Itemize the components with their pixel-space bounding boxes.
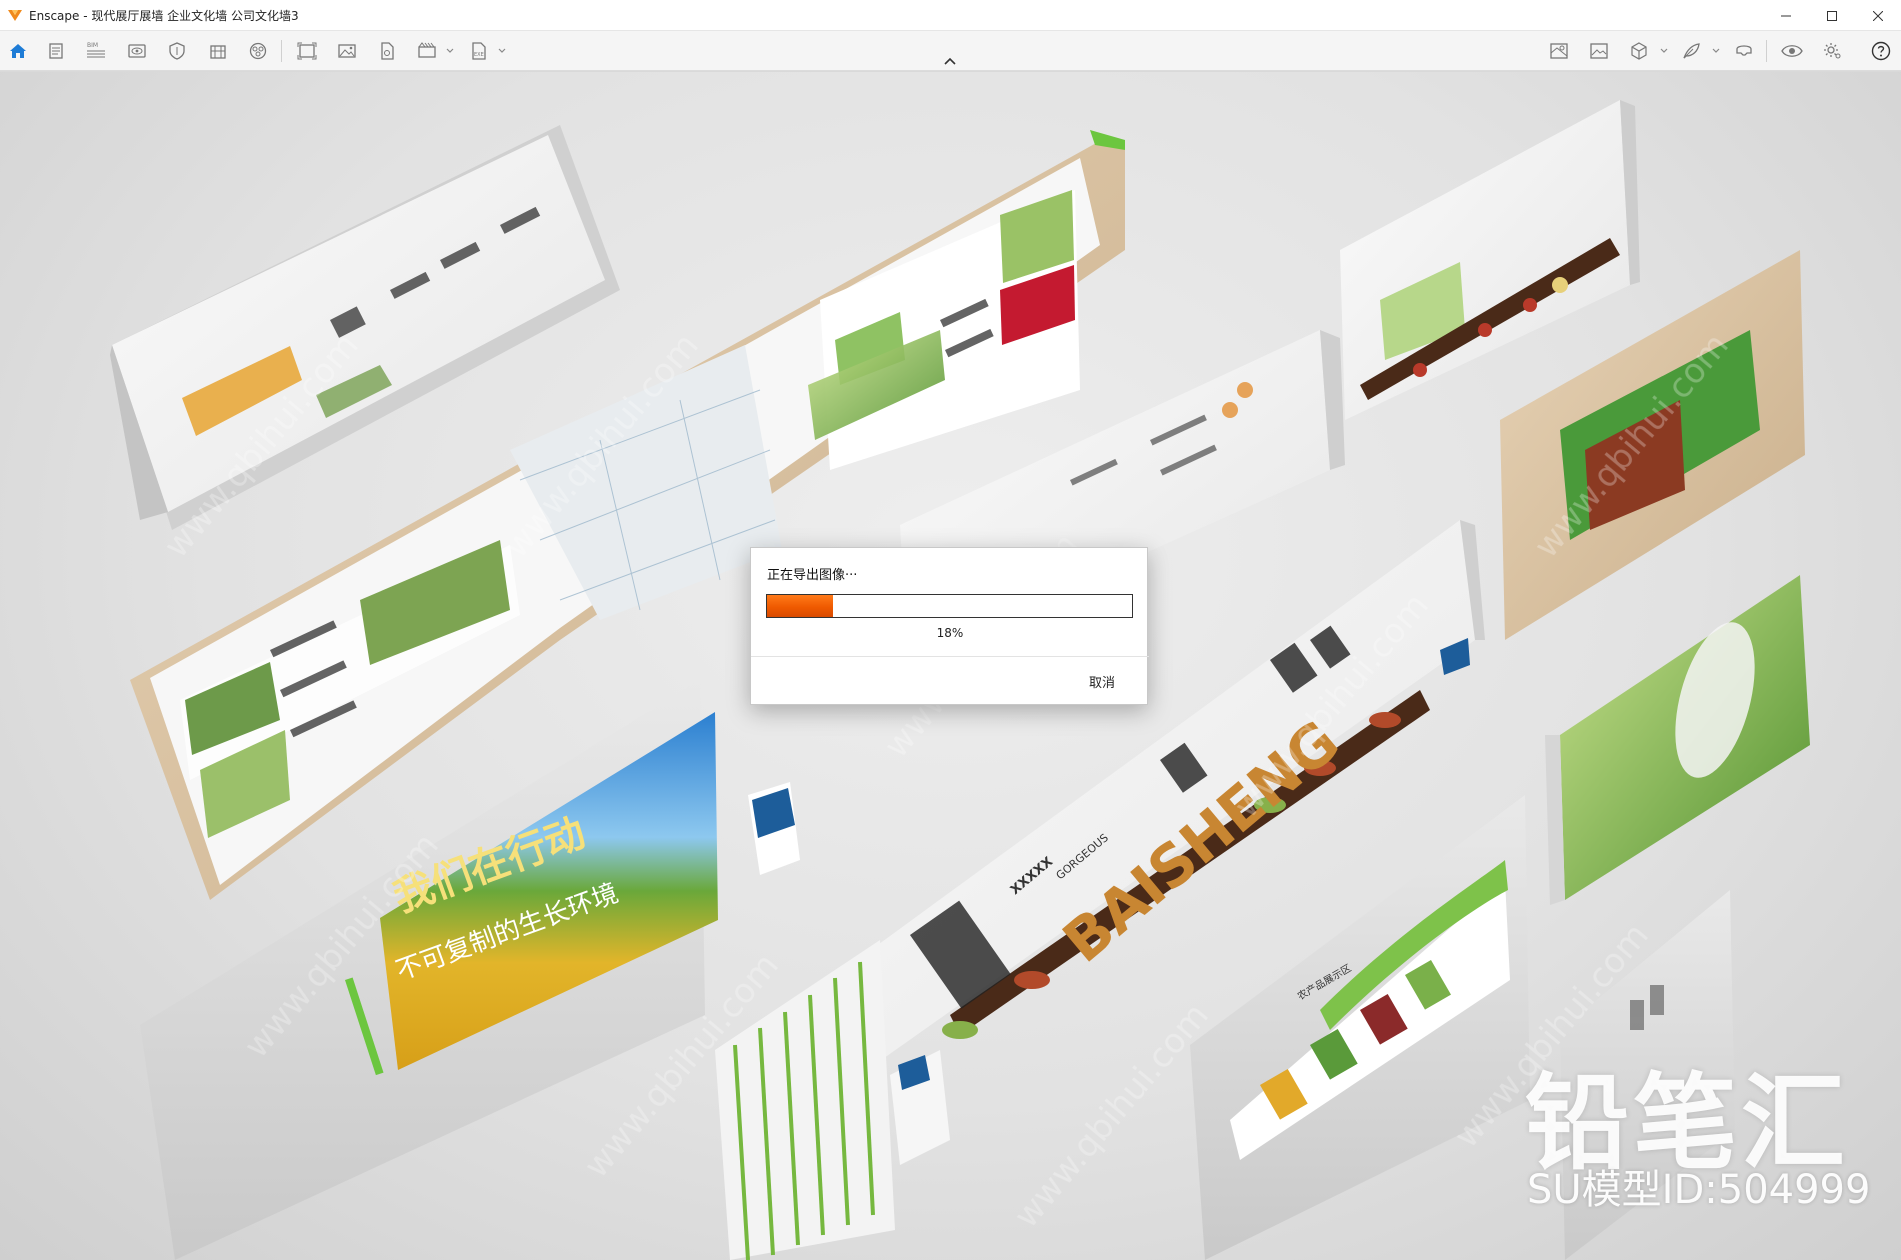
shield-icon xyxy=(169,42,185,60)
export-progress-bar xyxy=(766,594,1133,618)
export-progress-dialog: 正在导出图像··· 18% 取消 xyxy=(750,547,1149,705)
enscape-logo-icon xyxy=(8,10,22,21)
building-button[interactable] xyxy=(207,40,229,62)
screenshot-icon xyxy=(297,42,317,60)
video-button[interactable] xyxy=(416,40,438,62)
minimize-icon xyxy=(1781,15,1791,16)
help-button[interactable] xyxy=(1870,40,1892,62)
building-icon xyxy=(210,45,226,59)
file-button[interactable] xyxy=(376,40,398,62)
document-icon xyxy=(49,43,63,59)
screenshot-button[interactable] xyxy=(296,40,318,62)
bim-button[interactable]: BIM xyxy=(85,40,107,62)
export-icon: EXE xyxy=(472,42,486,60)
view-icon xyxy=(128,44,146,58)
dialog-divider xyxy=(751,656,1149,657)
title-bar: Enscape - 现代展厅展墙 企业文化墙 公司文化墙3 xyxy=(0,0,1901,31)
gallery-icon xyxy=(1590,43,1608,59)
render-button[interactable] xyxy=(247,40,269,62)
home-icon xyxy=(10,44,26,58)
map-button[interactable] xyxy=(1548,40,1570,62)
chevron-down-icon[interactable] xyxy=(498,47,506,55)
gallery-button[interactable] xyxy=(1588,40,1610,62)
feather-icon xyxy=(1683,43,1700,59)
home-button[interactable] xyxy=(7,40,29,62)
shield-button[interactable] xyxy=(166,40,188,62)
eye-icon xyxy=(1781,45,1803,57)
minimize-button[interactable] xyxy=(1763,0,1809,31)
chevron-down-icon[interactable] xyxy=(1660,47,1668,55)
export-progress-fill xyxy=(767,595,833,617)
cube-button[interactable] xyxy=(1628,40,1650,62)
svg-text:BIM: BIM xyxy=(87,42,98,49)
toolbar-separator xyxy=(1766,40,1767,62)
dialog-title: 正在导出图像··· xyxy=(767,568,858,583)
bim-icon: BIM xyxy=(87,42,105,58)
video-icon xyxy=(418,42,436,58)
help-icon xyxy=(1871,41,1891,61)
maximize-button[interactable] xyxy=(1809,0,1855,31)
panel-right-green xyxy=(1545,575,1810,905)
window-title: Enscape - 现代展厅展墙 企业文化墙 公司文化墙3 xyxy=(29,8,299,23)
collapse-toolbar-icon[interactable] xyxy=(942,56,958,66)
visibility-button[interactable] xyxy=(1781,40,1803,62)
document-button[interactable] xyxy=(45,40,67,62)
cube-icon xyxy=(1631,42,1647,60)
model-id-watermark: SU模型ID:504999 xyxy=(1527,1167,1871,1213)
maximize-icon xyxy=(1827,10,1837,21)
map-icon xyxy=(1550,43,1568,59)
image-button[interactable] xyxy=(336,40,358,62)
chevron-down-icon[interactable] xyxy=(1712,47,1720,55)
close-button[interactable] xyxy=(1855,0,1901,31)
file-icon xyxy=(381,42,394,60)
wall-produce: 农产品展示区 xyxy=(1190,795,1530,1260)
render-icon xyxy=(249,42,267,60)
chevron-down-icon[interactable] xyxy=(446,47,454,55)
close-icon xyxy=(1873,10,1883,21)
feather-button[interactable] xyxy=(1680,40,1702,62)
vr-icon xyxy=(1736,45,1752,56)
settings-icon xyxy=(1824,43,1841,59)
export-button[interactable]: EXE xyxy=(468,40,490,62)
cancel-button[interactable]: 取消 xyxy=(1089,672,1115,691)
window-controls xyxy=(1763,0,1901,31)
toolbar-separator xyxy=(281,40,282,62)
settings-button[interactable] xyxy=(1822,40,1844,62)
diagonal-watermark: www.qbihui.com xyxy=(1006,996,1216,1236)
view-button[interactable] xyxy=(126,40,148,62)
vr-button[interactable] xyxy=(1733,40,1755,62)
svg-text:EXE: EXE xyxy=(474,52,484,58)
export-progress-percent: 18% xyxy=(936,626,964,640)
image-icon xyxy=(338,44,356,58)
